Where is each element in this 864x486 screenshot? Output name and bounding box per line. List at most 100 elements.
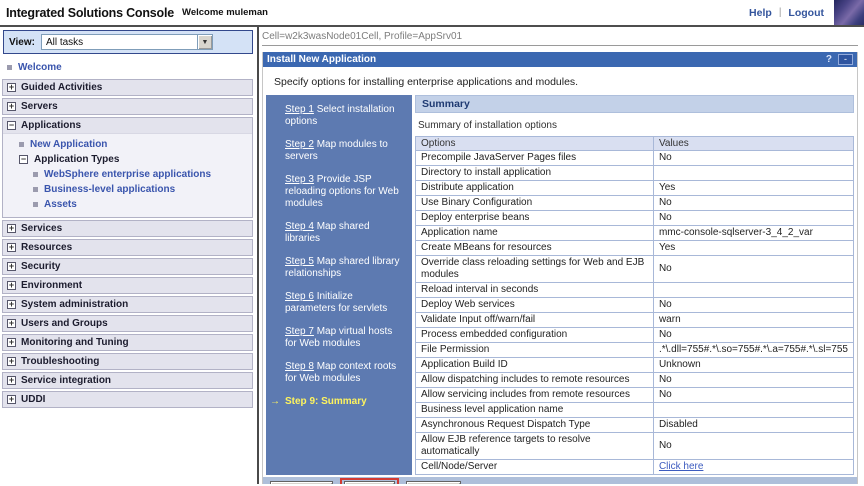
- category-label: Troubleshooting: [21, 356, 99, 367]
- value-cell: [653, 283, 853, 298]
- panel-titlebar: Install New Application ? -: [263, 52, 857, 67]
- minus-icon[interactable]: −: [19, 155, 28, 164]
- plus-icon[interactable]: +: [7, 243, 16, 252]
- sidebar-category-troubleshooting[interactable]: + Troubleshooting: [2, 353, 253, 370]
- summary-table: Options Values Precompile JavaServer Pag…: [415, 136, 854, 475]
- view-dropdown[interactable]: All tasks ▼: [41, 34, 213, 50]
- sidebar-item-websphere-enterprise-applications[interactable]: WebSphere enterprise applications: [5, 167, 250, 182]
- bullet-icon: [33, 172, 38, 177]
- sidebar-link[interactable]: New Application: [30, 139, 107, 150]
- previous-button[interactable]: Previous: [270, 481, 333, 484]
- wizard-step-8[interactable]: Step 8 Map context roots for Web modules: [285, 361, 404, 385]
- sidebar-category-servers[interactable]: +Servers: [2, 98, 253, 115]
- chevron-down-icon[interactable]: ▼: [197, 35, 212, 49]
- wizard-step-3[interactable]: Step 3 Provide JSP reloading options for…: [285, 174, 404, 210]
- sidebar-subcategory-application-types[interactable]: −Application Types: [5, 152, 250, 167]
- value-cell: No: [653, 388, 853, 403]
- sidebar-item-business-level-applications[interactable]: Business-level applications: [5, 182, 250, 197]
- app-title: Integrated Solutions Console: [6, 6, 174, 20]
- summary-subheading: Summary of installation options: [418, 120, 854, 131]
- plus-icon[interactable]: +: [7, 300, 16, 309]
- panel-minimize-icon[interactable]: -: [838, 54, 853, 65]
- current-step-arrow-icon: →: [270, 396, 280, 408]
- sidebar-category-monitoring-and-tuning[interactable]: +Monitoring and Tuning: [2, 334, 253, 351]
- option-cell: Distribute application: [416, 181, 654, 196]
- view-label: View:: [9, 37, 35, 48]
- finish-button[interactable]: Finish: [344, 481, 395, 484]
- plus-icon[interactable]: +: [7, 338, 16, 347]
- sidebar-category-service-integration[interactable]: +Service integration: [2, 372, 253, 389]
- help-link[interactable]: Help: [749, 7, 772, 19]
- summary-table-header-row: Options Values: [416, 137, 854, 151]
- table-row: Validate Input off/warn/failwarn: [416, 313, 854, 328]
- option-cell: Deploy enterprise beans: [416, 211, 654, 226]
- category-label: UDDI: [21, 394, 45, 405]
- step-link[interactable]: Step 3: [285, 174, 314, 185]
- sidebar-category-resources[interactable]: +Resources: [2, 239, 253, 256]
- step-link[interactable]: Step 5: [285, 256, 314, 267]
- sidebar-link[interactable]: WebSphere enterprise applications: [44, 169, 211, 180]
- sidebar-category-users-and-groups[interactable]: + Users and Groups: [2, 315, 253, 332]
- plus-icon[interactable]: +: [7, 281, 16, 290]
- sidebar-item-welcome[interactable]: Welcome: [0, 58, 257, 77]
- step-link[interactable]: Step 8: [285, 361, 314, 372]
- top-banner: Integrated Solutions Console Welcome mul…: [0, 0, 864, 27]
- option-cell: Allow EJB reference targets to resolve a…: [416, 433, 654, 460]
- option-cell: Use Binary Configuration: [416, 196, 654, 211]
- step-link[interactable]: Step 2: [285, 139, 314, 150]
- step-link[interactable]: Step 1: [285, 104, 314, 115]
- sidebar-category-services[interactable]: +Services: [2, 220, 253, 237]
- sidebar-item-new-application[interactable]: New Application: [5, 137, 250, 152]
- sidebar-link[interactable]: Welcome: [18, 62, 62, 73]
- wizard-step-4[interactable]: Step 4 Map shared libraries: [285, 221, 404, 245]
- sidebar-item-assets[interactable]: Assets: [5, 197, 250, 212]
- table-row: Deploy Web servicesNo: [416, 298, 854, 313]
- plus-icon[interactable]: +: [7, 224, 16, 233]
- sidebar-category-applications[interactable]: −Applications: [3, 118, 252, 134]
- wizard-step-1[interactable]: Step 1 Select installation options: [285, 104, 404, 128]
- sidebar-category-environment[interactable]: +Environment: [2, 277, 253, 294]
- plus-icon[interactable]: +: [7, 319, 16, 328]
- cancel-button[interactable]: Cancel: [406, 481, 461, 484]
- value-cell: No: [653, 373, 853, 388]
- summary-table-body: Precompile JavaServer Pages filesNoDirec…: [416, 151, 854, 475]
- step-link[interactable]: Step 4: [285, 221, 314, 232]
- summary-heading: Summary: [415, 95, 854, 113]
- wizard-content: Summary Summary of installation options …: [415, 95, 854, 475]
- bullet-icon: [33, 187, 38, 192]
- value-cell: .*\.dll=755#.*\.so=755#.*\.a=755#.*\.sl=…: [653, 343, 853, 358]
- plus-icon[interactable]: +: [7, 262, 16, 271]
- bullet-icon: [7, 65, 12, 70]
- table-row: Override class reloading settings for We…: [416, 256, 854, 283]
- plus-icon[interactable]: +: [7, 376, 16, 385]
- sidebar-category-guided-activities[interactable]: +Guided Activities: [2, 79, 253, 96]
- option-cell: Reload interval in seconds: [416, 283, 654, 298]
- table-row: Directory to install application: [416, 166, 854, 181]
- wizard-step-7[interactable]: Step 7 Map virtual hosts for Web modules: [285, 326, 404, 350]
- plus-icon[interactable]: +: [7, 102, 16, 111]
- logout-link[interactable]: Logout: [788, 7, 824, 19]
- category-children: New Application −Application Types WebSphe…: [3, 134, 252, 217]
- sidebar-category-system-administration[interactable]: +System administration: [2, 296, 253, 313]
- table-row: Application namemmc-console-sqlserver-3_…: [416, 226, 854, 241]
- cell-node-server-link[interactable]: Click here: [659, 461, 703, 472]
- table-row: File Permission.*\.dll=755#.*\.so=755#.*…: [416, 343, 854, 358]
- step-link[interactable]: Step 7: [285, 326, 314, 337]
- wizard-step-2[interactable]: Step 2 Map modules to servers: [285, 139, 404, 163]
- panel-help-icon[interactable]: ?: [826, 54, 832, 65]
- minus-icon[interactable]: −: [7, 121, 16, 130]
- sidebar-section-applications: −Applications New Application −Application…: [2, 117, 253, 218]
- sidebar-category-uddi[interactable]: + UDDI: [2, 391, 253, 408]
- category-label: Users and Groups: [21, 318, 108, 329]
- wizard-step-6[interactable]: Step 6 Initialize parameters for servlet…: [285, 291, 404, 315]
- plus-icon[interactable]: +: [7, 357, 16, 366]
- plus-icon[interactable]: +: [7, 395, 16, 404]
- sidebar-link[interactable]: Business-level applications: [44, 184, 175, 195]
- sidebar-nav: Welcome +Guided Activities +Servers −Applic…: [0, 57, 257, 411]
- table-row: Create MBeans for resourcesYes: [416, 241, 854, 256]
- wizard-step-5[interactable]: Step 5 Map shared library relationships: [285, 256, 404, 280]
- step-link[interactable]: Step 6: [285, 291, 314, 302]
- sidebar-category-security[interactable]: +Security: [2, 258, 253, 275]
- plus-icon[interactable]: +: [7, 83, 16, 92]
- sidebar-link[interactable]: Assets: [44, 199, 77, 210]
